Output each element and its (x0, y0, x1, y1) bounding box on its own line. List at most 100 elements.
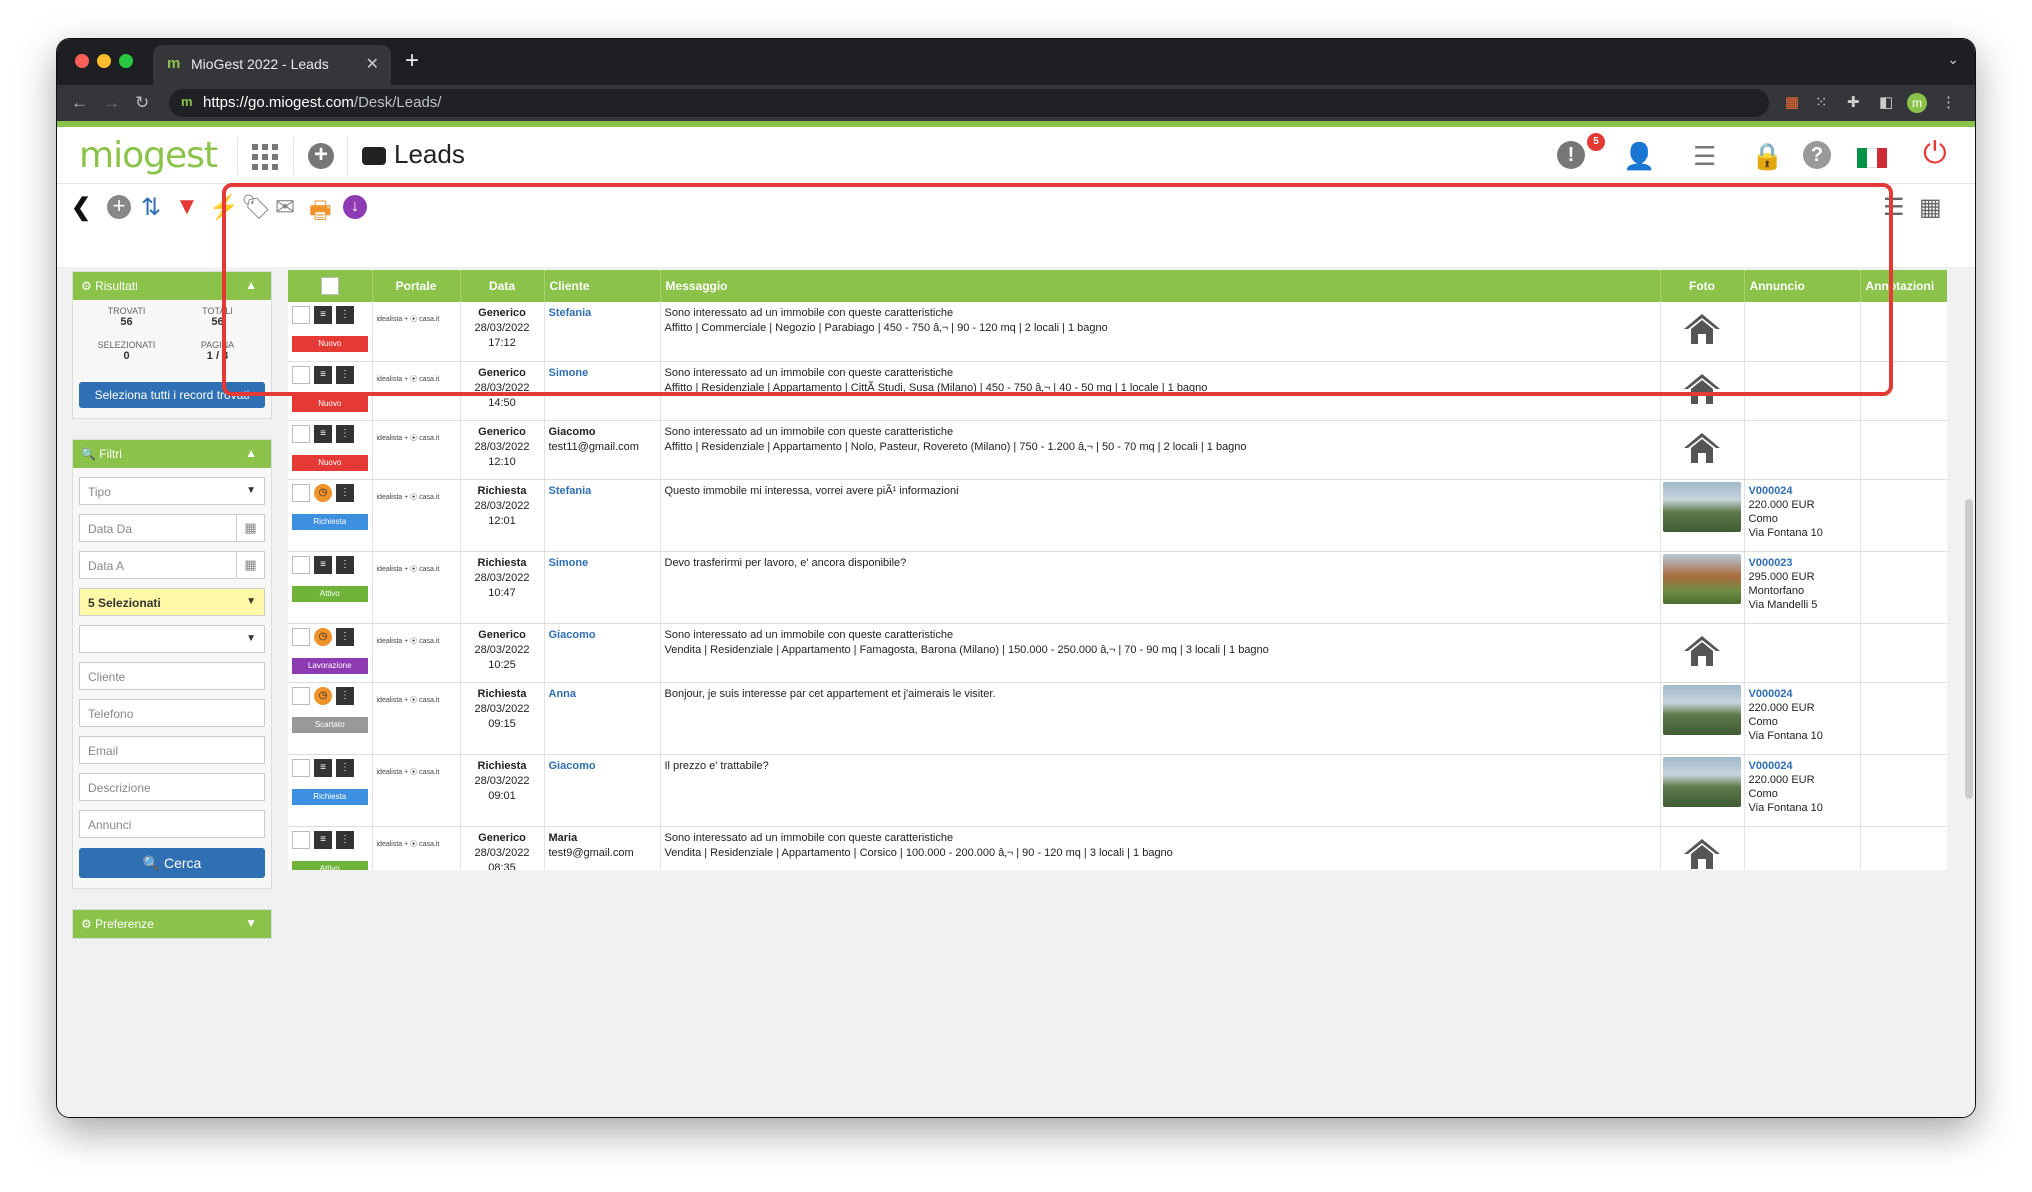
client-name[interactable]: Stefania (549, 307, 592, 319)
settings-sliders-icon[interactable]: ☰ (1693, 141, 1716, 172)
add-circle-icon[interactable]: + (308, 143, 334, 169)
row-checkbox[interactable] (292, 830, 310, 849)
filter-funnel-icon[interactable]: ▼ (175, 193, 199, 221)
column-header-annotazioni[interactable]: Annotazioni (1860, 270, 1947, 302)
annotations-cell[interactable] (1860, 420, 1947, 480)
details-list-icon[interactable]: ≡ (314, 306, 332, 324)
reload-icon[interactable]: ↻ (135, 93, 149, 113)
telefono-input[interactable]: Telefono (79, 699, 265, 727)
lock-icon[interactable]: 🔒 (1751, 141, 1783, 172)
details-list-icon[interactable]: ≡ (314, 555, 332, 574)
row-checkbox[interactable] (292, 365, 310, 384)
more-options-icon[interactable]: ⋮ (336, 483, 354, 502)
language-flag-icon[interactable] (1857, 148, 1887, 168)
details-list-icon[interactable]: ≡ (314, 830, 332, 849)
email-input[interactable]: Email (79, 736, 265, 764)
annotations-cell[interactable] (1860, 361, 1947, 421)
listing-code-link[interactable]: V000024 (1749, 485, 1793, 497)
table-row[interactable]: ≡ ⋮ Nuovo idealista + ⦿ casa.it Generico 28/0… (288, 420, 1947, 480)
annotations-cell[interactable] (1860, 754, 1947, 827)
more-options-icon[interactable]: ⋮ (336, 424, 354, 443)
apps-grid-icon[interactable] (252, 144, 278, 170)
more-options-icon[interactable]: ⋮ (336, 365, 354, 384)
clock-icon[interactable]: ◷ (314, 686, 332, 705)
row-checkbox[interactable] (292, 424, 310, 443)
close-tab-icon[interactable]: ✕ (366, 54, 379, 74)
extensions-puzzle-icon[interactable]: ✚ (1847, 93, 1860, 111)
extension-calendar-icon[interactable]: ▦ (1785, 93, 1799, 111)
status-badge[interactable]: Attivo (292, 860, 368, 870)
row-checkbox[interactable] (292, 555, 310, 574)
table-row[interactable]: ≡ ⋮ Nuovo idealista + ⦿ casa.it Generico 28/0… (288, 361, 1947, 421)
notifications-icon[interactable]: ! (1557, 141, 1585, 169)
row-checkbox[interactable] (292, 306, 310, 324)
calendar-icon[interactable]: ▦ (236, 552, 264, 578)
client-name[interactable]: Giacomo (549, 629, 596, 641)
row-checkbox[interactable] (292, 483, 310, 502)
tag-icon[interactable]: 🏷 (241, 193, 271, 222)
more-options-icon[interactable]: ⋮ (336, 686, 354, 705)
annotations-cell[interactable] (1860, 302, 1947, 362)
data-a-input[interactable]: Data A ▦ (79, 551, 265, 579)
client-name[interactable]: Giacomo (549, 760, 596, 772)
forward-icon[interactable]: → (103, 93, 120, 113)
column-header-messaggio[interactable]: Messaggio (660, 270, 1661, 302)
page-scrollbar[interactable] (1965, 499, 1973, 799)
table-row[interactable]: ◷ ⋮ Scartato idealista + ⦿ casa.it Richiesta… (288, 682, 1947, 755)
select-all-checkbox[interactable] (320, 277, 339, 295)
back-arrow-icon[interactable]: ❮ (71, 193, 91, 222)
extension-dotted-icon[interactable]: ⁙ (1815, 93, 1828, 111)
collapse-chevron-icon[interactable]: ▲ (245, 446, 257, 460)
property-photo[interactable] (1662, 756, 1741, 807)
side-panel-icon[interactable]: ◧ (1879, 93, 1893, 111)
annotations-cell[interactable] (1860, 682, 1947, 755)
status-badge[interactable]: Richiesta (292, 513, 368, 530)
status-badge[interactable]: Attivo (292, 585, 368, 602)
tipo-select[interactable]: Tipo ▼ (79, 477, 265, 505)
close-window-button[interactable] (75, 54, 89, 68)
annotations-cell[interactable] (1860, 551, 1947, 624)
email-icon[interactable]: ✉ (275, 193, 295, 222)
clock-icon[interactable]: ◷ (314, 483, 332, 502)
property-photo[interactable] (1662, 481, 1741, 532)
tab-search-chevron-icon[interactable]: ⌄ (1947, 51, 1959, 68)
column-header-portale[interactable]: Portale (372, 270, 461, 302)
status-badge[interactable]: Lavorazione (292, 657, 368, 674)
minimize-window-button[interactable] (97, 54, 111, 68)
filters-panel-header[interactable]: 🔍 Filtri ▲ (73, 440, 271, 468)
more-options-icon[interactable]: ⋮ (336, 555, 354, 574)
column-header-data[interactable]: Data (460, 270, 545, 302)
logout-power-icon[interactable]: ⏻ (1923, 137, 1947, 171)
miogest-logo[interactable]: miogest (79, 135, 218, 176)
maximize-window-button[interactable] (119, 54, 133, 68)
status-badge[interactable]: Nuovo (292, 454, 368, 471)
client-name[interactable]: Simone (549, 557, 589, 569)
calendar-icon[interactable]: ▦ (236, 515, 264, 541)
new-tab-icon[interactable]: + (405, 47, 419, 75)
expand-chevron-icon[interactable]: ▼ (245, 916, 257, 930)
profile-avatar[interactable]: m (1907, 93, 1927, 113)
extra-select[interactable]: ▼ (79, 625, 265, 653)
column-header-foto[interactable]: Foto (1660, 270, 1745, 302)
client-name[interactable]: Anna (549, 688, 577, 700)
table-row[interactable]: ≡ ⋮ Attivo idealista + ⦿ casa.it Richiesta 28… (288, 551, 1947, 624)
property-photo[interactable] (1662, 684, 1741, 735)
sort-icon[interactable]: ⇅ (141, 193, 161, 222)
status-multiselect[interactable]: 5 Selezionati ▼ (79, 588, 265, 616)
row-checkbox[interactable] (292, 758, 310, 777)
browser-tab[interactable]: m MioGest 2022 - Leads ✕ (153, 45, 391, 85)
grid-view-icon[interactable]: ▦ (1919, 193, 1942, 222)
more-options-icon[interactable]: ⋮ (336, 830, 354, 849)
annunci-input[interactable]: Annunci (79, 810, 265, 838)
listing-code-link[interactable]: V000024 (1749, 688, 1793, 700)
more-options-icon[interactable]: ⋮ (336, 627, 354, 646)
status-badge[interactable]: Scartato (292, 716, 368, 733)
annotations-cell[interactable] (1860, 623, 1947, 683)
select-all-header[interactable] (288, 270, 373, 302)
client-name[interactable]: Stefania (549, 485, 592, 497)
url-input[interactable]: m https://go.miogest.com/Desk/Leads/ (169, 89, 1769, 117)
preferences-panel-header[interactable]: ⚙ Preferenze ▼ (73, 910, 271, 938)
clock-icon[interactable]: ◷ (314, 627, 332, 646)
listing-code-link[interactable]: V000023 (1749, 557, 1793, 569)
property-photo[interactable] (1662, 553, 1741, 604)
